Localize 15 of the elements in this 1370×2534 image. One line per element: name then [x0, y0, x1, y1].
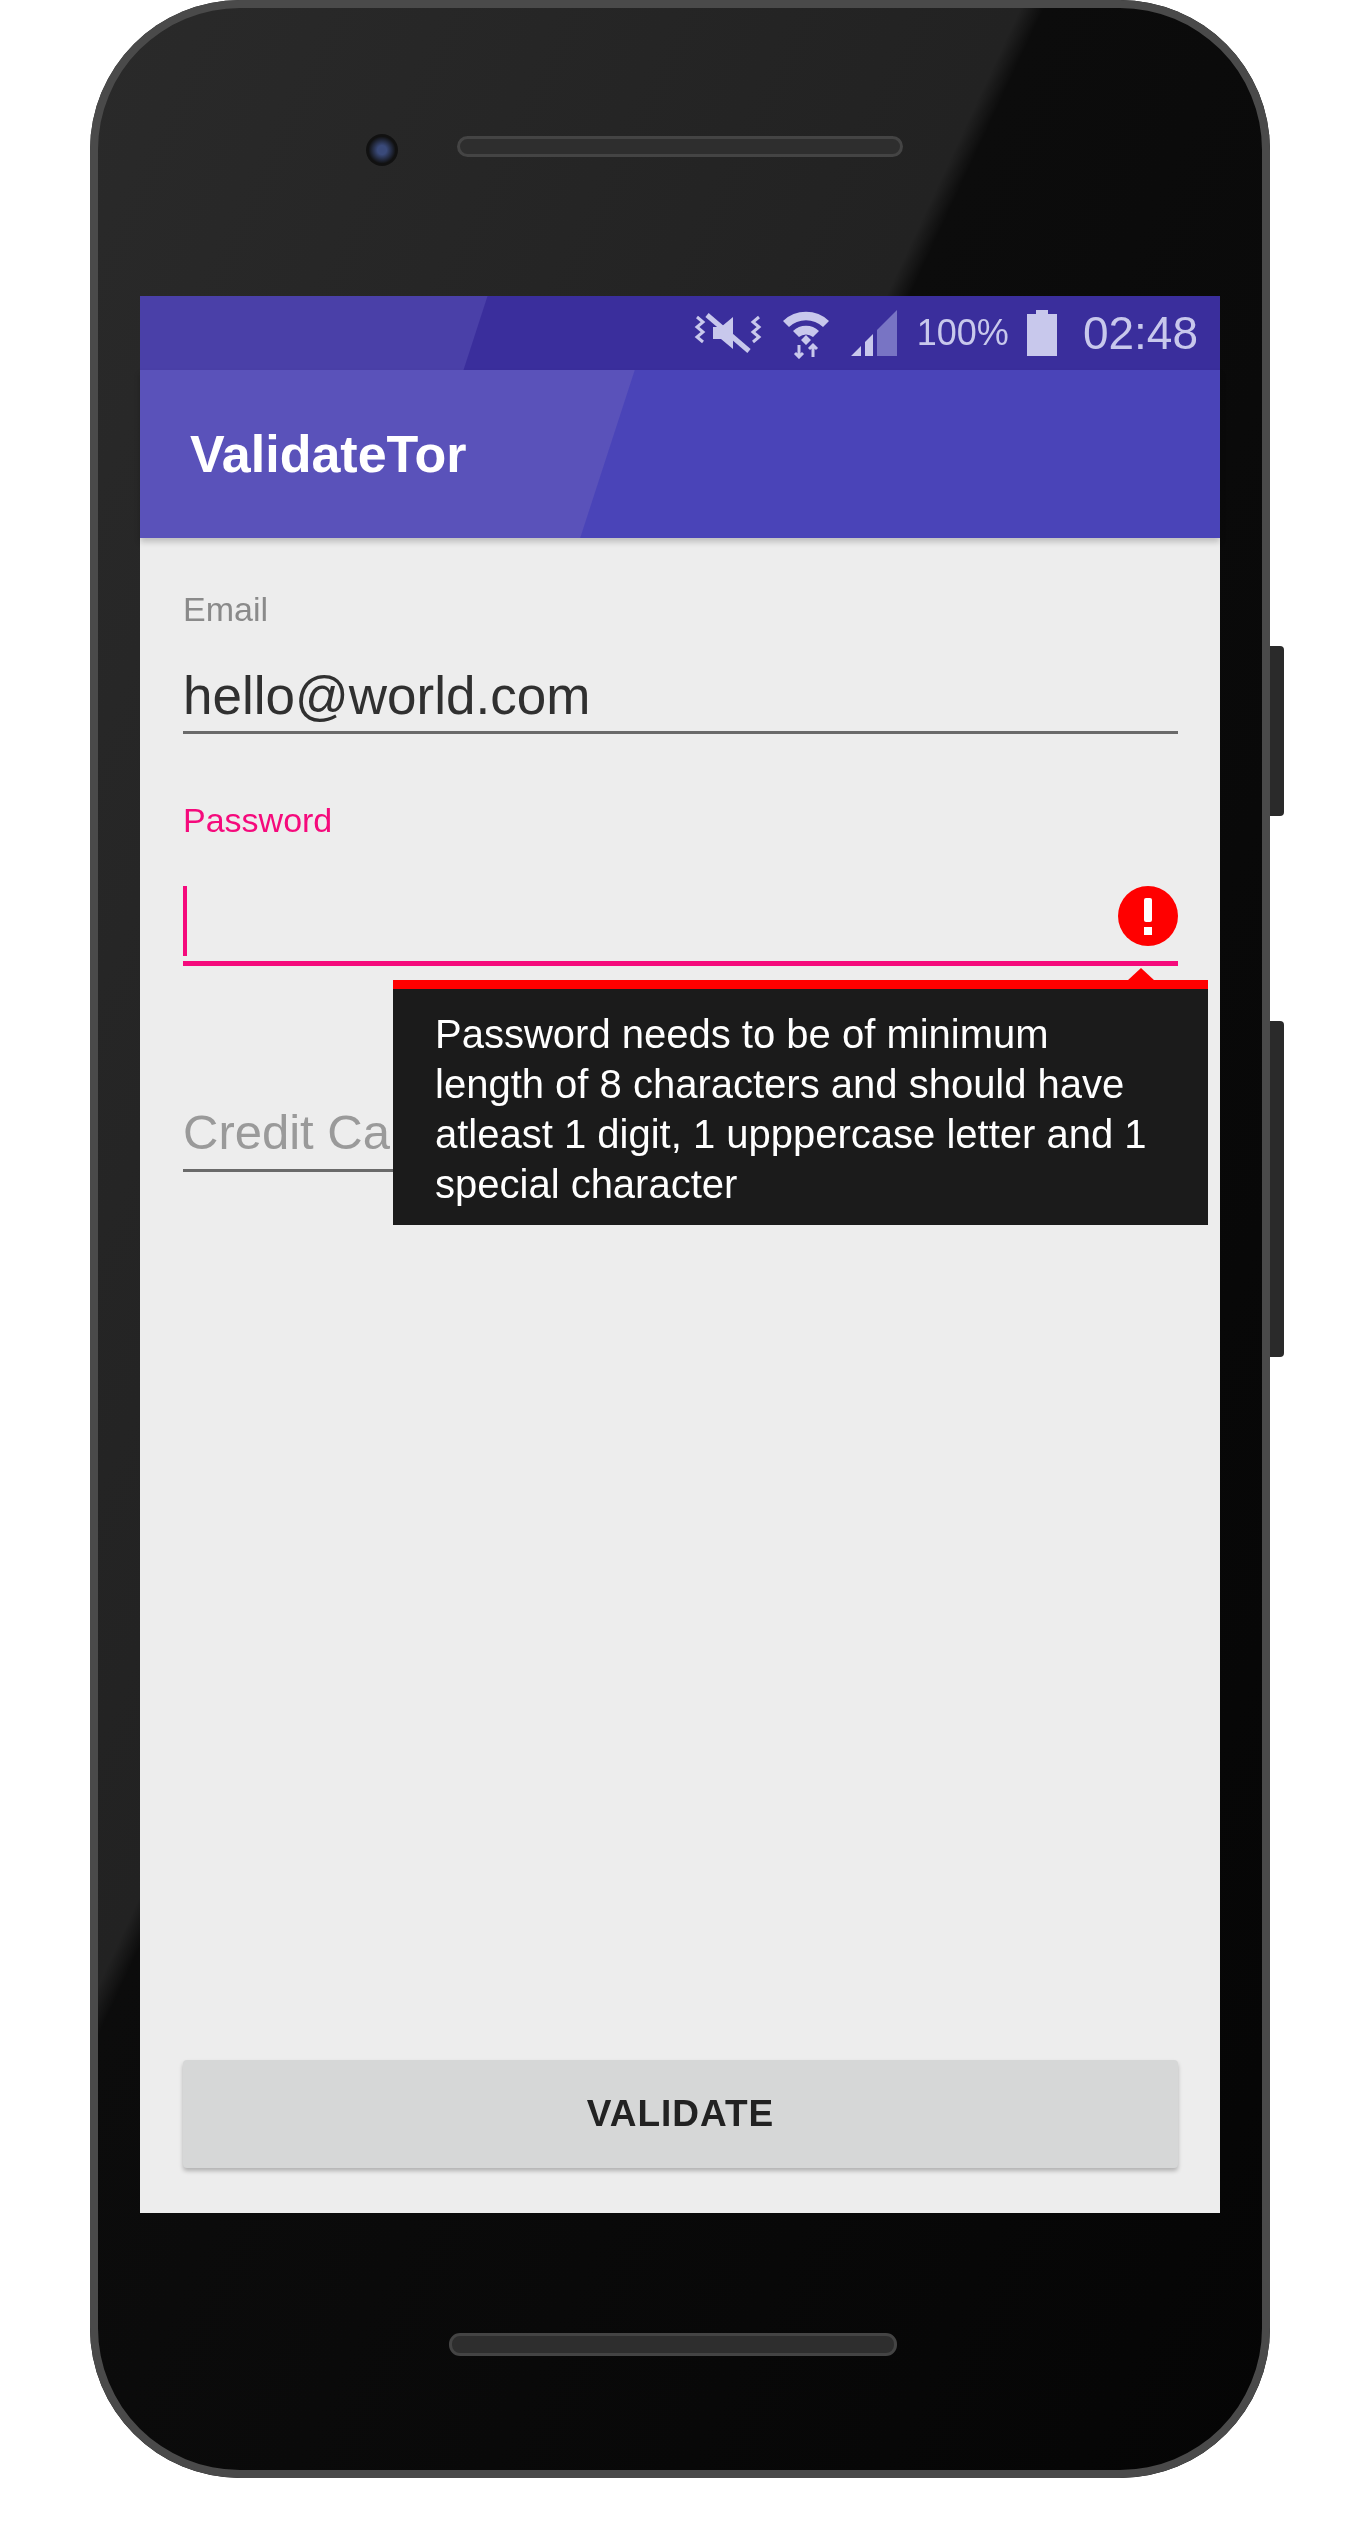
app-title: ValidateTor [190, 424, 467, 484]
battery-icon [1026, 310, 1057, 356]
input-field[interactable]: Credit Ca [183, 1094, 391, 1169]
front-camera [366, 134, 398, 166]
validate-button[interactable]: VALIDATE [183, 2060, 1178, 2168]
volume-button[interactable] [1270, 1021, 1284, 1357]
error-tooltip: Password needs to be of minimum length of 8 characters and should have atleast 1 digit, 1 upppercase letter and 1 special character [393, 980, 1208, 1225]
field-label: Email [183, 589, 270, 629]
error-icon [1118, 886, 1178, 946]
field-label: Password [183, 800, 334, 840]
power-button[interactable] [1270, 646, 1284, 816]
input-field[interactable]: hello@world.com [183, 659, 1178, 734]
text-cursor [183, 886, 187, 956]
battery-percentage: 100% [916, 312, 1009, 354]
clock-time: 02:48 [1082, 306, 1198, 360]
